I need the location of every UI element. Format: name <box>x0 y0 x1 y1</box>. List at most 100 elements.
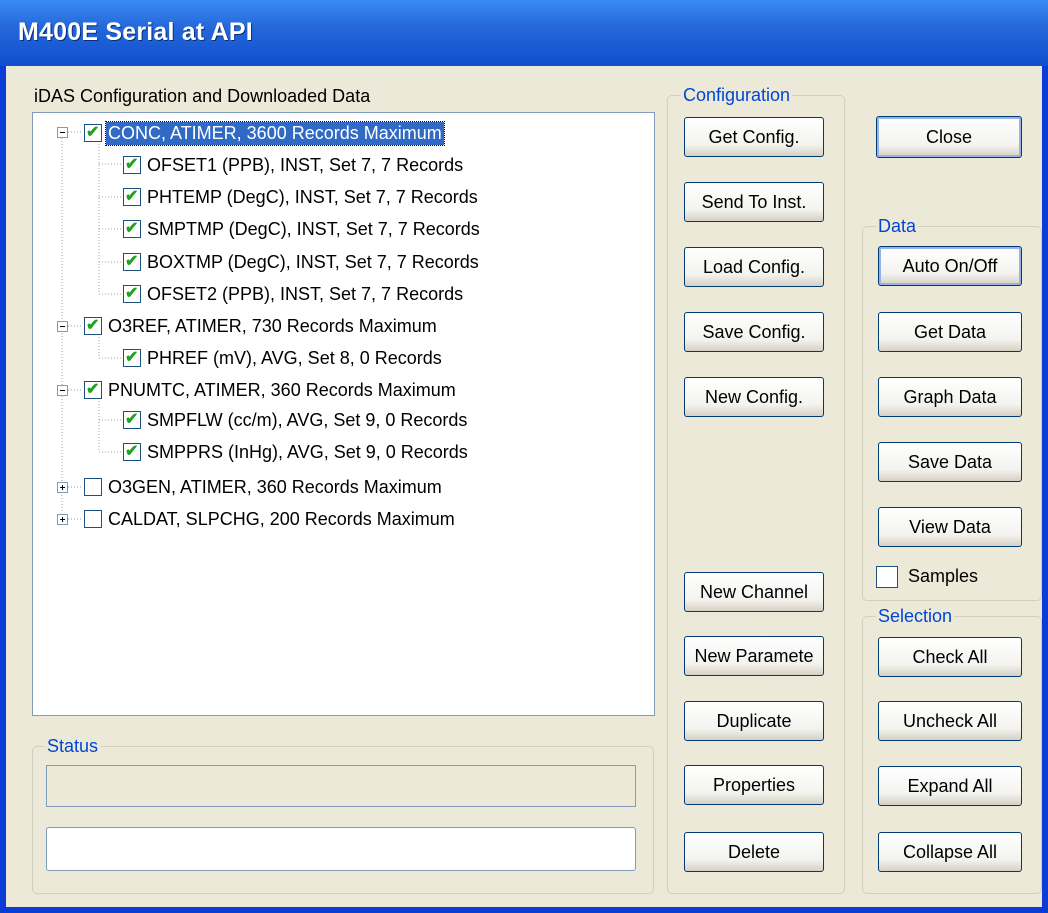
tree-node-o3gen[interactable]: O3GEN, ATIMER, 360 Records Maximum <box>84 472 444 502</box>
checkbox[interactable]: ✔ <box>123 253 141 271</box>
button-label: Save Data <box>907 451 993 472</box>
button-label: Collapse All <box>902 841 998 862</box>
checkbox[interactable]: ✔ <box>84 381 102 399</box>
tree-child-smptmp[interactable]: ✔ SMPTMP (DegC), INST, Set 7, 7 Records <box>123 214 482 244</box>
button-label: Send To Inst. <box>701 191 807 212</box>
tree-child-ofset1[interactable]: ✔ OFSET1 (PPB), INST, Set 7, 7 Records <box>123 150 465 180</box>
tree-node-o3ref[interactable]: ✔ O3REF, ATIMER, 730 Records Maximum <box>84 311 439 341</box>
checkbox[interactable]: ✔ <box>123 285 141 303</box>
check-mark-icon: ✔ <box>86 317 100 334</box>
collapse-all-button[interactable]: Collapse All <box>878 832 1022 872</box>
button-label: View Data <box>909 516 991 537</box>
check-mark-icon: ✔ <box>125 188 139 205</box>
button-label: New Paramete <box>694 645 814 666</box>
window-title: M400E Serial at API <box>18 18 253 46</box>
tree-child-phtemp[interactable]: ✔ PHTEMP (DegC), INST, Set 7, 7 Records <box>123 182 480 212</box>
expand-toggle-icon[interactable] <box>57 514 68 525</box>
button-label: Get Data <box>913 321 987 342</box>
button-label: Properties <box>712 774 796 795</box>
check-mark-icon: ✔ <box>86 381 100 398</box>
button-label: Delete <box>727 841 781 862</box>
delete-button[interactable]: Delete <box>684 832 824 872</box>
tree-node-label: PHREF (mV), AVG, Set 8, 0 Records <box>147 347 442 368</box>
checkbox[interactable]: ✔ <box>123 349 141 367</box>
button-label: Close <box>925 126 973 147</box>
get-data-button[interactable]: Get Data <box>878 312 1022 352</box>
check-mark-icon: ✔ <box>125 285 139 302</box>
button-label: Get Config. <box>708 126 800 147</box>
button-label: Save Config. <box>702 321 806 342</box>
save-config-button[interactable]: Save Config. <box>684 312 824 352</box>
window-frame-right <box>1042 66 1048 913</box>
check-mark-icon: ✔ <box>125 253 139 270</box>
checkbox[interactable]: ✔ <box>123 220 141 238</box>
tree-node-label: PHTEMP (DegC), INST, Set 7, 7 Records <box>147 186 478 207</box>
new-parameter-button[interactable]: New Paramete <box>684 636 824 676</box>
tree-node-label: CALDAT, SLPCHG, 200 Records Maximum <box>108 508 455 529</box>
tree-node-label: PNUMTC, ATIMER, 360 Records Maximum <box>108 379 456 400</box>
collapse-toggle-icon[interactable] <box>57 321 68 332</box>
button-label: Auto On/Off <box>902 255 998 276</box>
tree-node-label: SMPFLW (cc/m), AVG, Set 9, 0 Records <box>147 409 468 430</box>
checkbox[interactable] <box>84 478 102 496</box>
samples-label: Samples <box>908 566 979 586</box>
checkbox[interactable]: ✔ <box>123 411 141 429</box>
uncheck-all-button[interactable]: Uncheck All <box>878 701 1022 741</box>
new-config-button[interactable]: New Config. <box>684 377 824 417</box>
view-data-button[interactable]: View Data <box>878 507 1022 547</box>
collapse-toggle-icon[interactable] <box>57 127 68 138</box>
title-bar[interactable]: M400E Serial at API <box>0 0 1048 66</box>
status-display <box>46 765 636 807</box>
tree-child-smpprs[interactable]: ✔ SMPPRS (InHg), AVG, Set 9, 0 Records <box>123 437 470 467</box>
check-mark-icon: ✔ <box>125 349 139 366</box>
data-group-label: Data <box>876 216 919 237</box>
properties-button[interactable]: Properties <box>684 765 824 805</box>
idas-tree-view[interactable]: ✔ CONC, ATIMER, 3600 Records Maximum ✔ O… <box>32 112 655 716</box>
button-label: Expand All <box>907 775 993 796</box>
check-all-button[interactable]: Check All <box>878 637 1022 677</box>
tree-child-smpflw[interactable]: ✔ SMPFLW (cc/m), AVG, Set 9, 0 Records <box>123 405 469 435</box>
check-mark-icon: ✔ <box>125 443 139 460</box>
tree-node-pnumtc[interactable]: ✔ PNUMTC, ATIMER, 360 Records Maximum <box>84 375 458 405</box>
checkbox[interactable]: ✔ <box>123 188 141 206</box>
tree-node-label: SMPPRS (InHg), AVG, Set 9, 0 Records <box>147 441 468 462</box>
check-mark-icon: ✔ <box>125 411 139 428</box>
duplicate-button[interactable]: Duplicate <box>684 701 824 741</box>
expand-all-button[interactable]: Expand All <box>878 766 1022 806</box>
tree-child-ofset2[interactable]: ✔ OFSET2 (PPB), INST, Set 7, 7 Records <box>123 279 465 309</box>
tree-child-boxtmp[interactable]: ✔ BOXTMP (DegC), INST, Set 7, 7 Records <box>123 247 481 277</box>
button-label: Load Config. <box>702 256 806 277</box>
close-button[interactable]: Close <box>876 116 1022 158</box>
auto-on-off-button[interactable]: Auto On/Off <box>878 246 1022 286</box>
new-channel-button[interactable]: New Channel <box>684 572 824 612</box>
status-group-label: Status <box>45 736 101 757</box>
button-label: Duplicate <box>716 710 792 731</box>
samples-checkbox[interactable] <box>876 566 898 588</box>
button-label: Graph Data <box>903 386 997 407</box>
checkbox[interactable]: ✔ <box>84 317 102 335</box>
send-to-inst-button[interactable]: Send To Inst. <box>684 182 824 222</box>
tree-node-caldat[interactable]: CALDAT, SLPCHG, 200 Records Maximum <box>84 504 457 534</box>
button-label: Check All <box>912 646 988 667</box>
tree-node-conc[interactable]: ✔ CONC, ATIMER, 3600 Records Maximum <box>84 118 445 148</box>
checkbox[interactable] <box>84 510 102 528</box>
tree-section-label: iDAS Configuration and Downloaded Data <box>34 86 371 106</box>
configuration-group-label: Configuration <box>681 85 793 106</box>
expand-toggle-icon[interactable] <box>57 482 68 493</box>
collapse-toggle-icon[interactable] <box>57 385 68 396</box>
tree-node-label: CONC, ATIMER, 3600 Records Maximum <box>105 120 445 146</box>
load-config-button[interactable]: Load Config. <box>684 247 824 287</box>
check-mark-icon: ✔ <box>86 124 100 141</box>
window-frame-bottom <box>0 907 1048 913</box>
button-label: Uncheck All <box>902 710 998 731</box>
save-data-button[interactable]: Save Data <box>878 442 1022 482</box>
button-label: New Config. <box>704 386 804 407</box>
status-input[interactable] <box>46 827 636 871</box>
get-config-button[interactable]: Get Config. <box>684 117 824 157</box>
tree-child-phref[interactable]: ✔ PHREF (mV), AVG, Set 8, 0 Records <box>123 343 444 373</box>
checkbox[interactable]: ✔ <box>84 124 102 142</box>
graph-data-button[interactable]: Graph Data <box>878 377 1022 417</box>
button-label: New Channel <box>699 581 809 602</box>
checkbox[interactable]: ✔ <box>123 443 141 461</box>
checkbox[interactable]: ✔ <box>123 156 141 174</box>
